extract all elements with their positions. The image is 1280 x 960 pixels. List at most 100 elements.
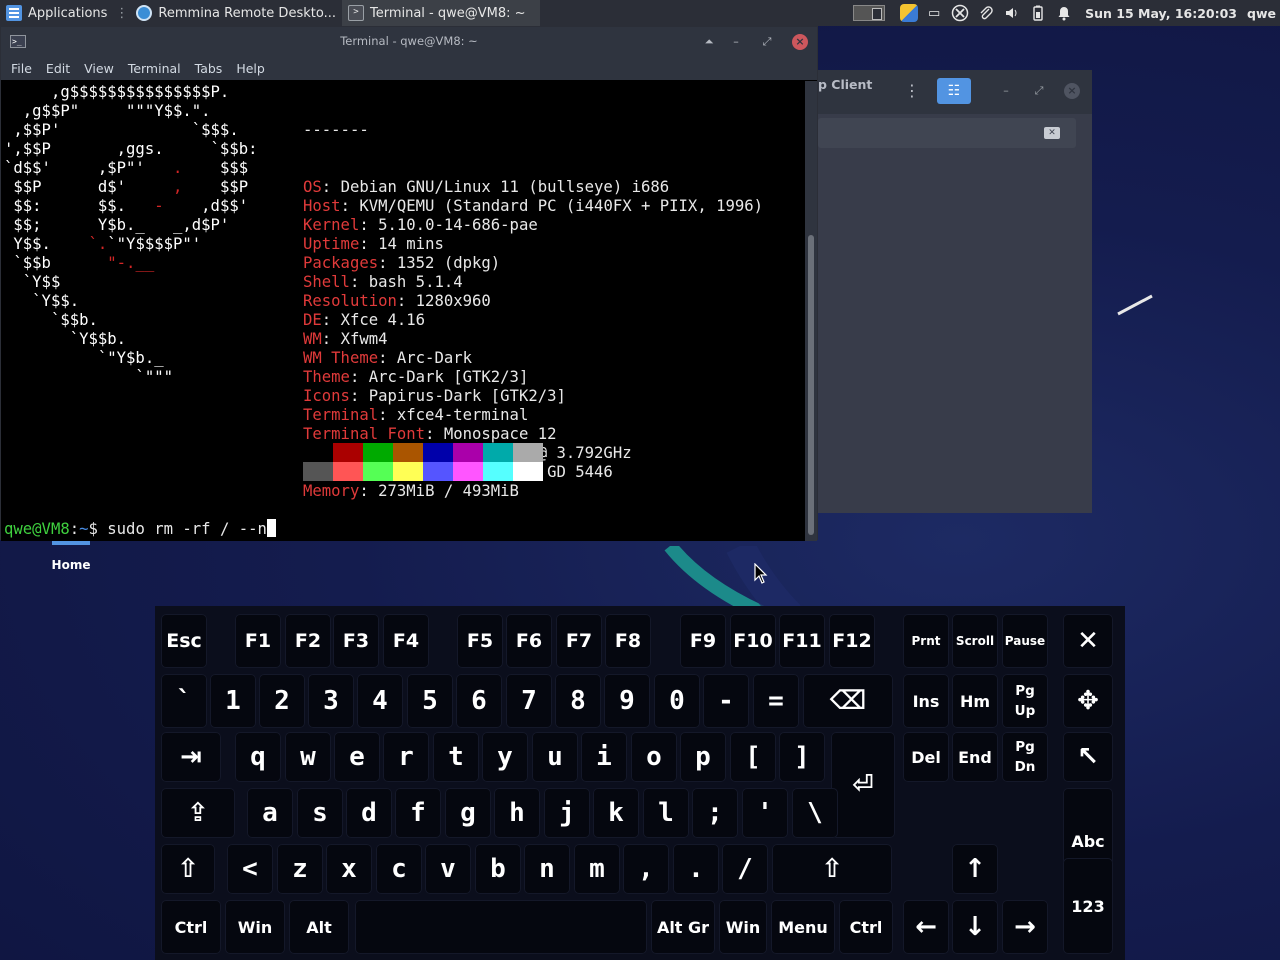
key-caps-lock[interactable]: ⇪ xyxy=(161,788,235,838)
key-p[interactable]: p xyxy=(680,732,726,782)
key-3[interactable]: x xyxy=(326,844,372,894)
key-o[interactable]: o xyxy=(631,732,677,782)
key-8[interactable]: 8 xyxy=(555,674,601,728)
key-menu[interactable]: Menu xyxy=(771,900,835,954)
notifications-bell-icon[interactable] xyxy=(1054,4,1074,22)
key-1[interactable]: < xyxy=(227,844,273,894)
key-[[interactable]: [ xyxy=(730,732,776,782)
key-delete[interactable]: Del xyxy=(903,732,949,782)
key-7[interactable]: n xyxy=(524,844,570,894)
taskbar-remmina-button[interactable]: Remmina Remote Deskto... xyxy=(130,0,342,26)
key-i[interactable]: i xyxy=(581,732,627,782)
volume-icon[interactable] xyxy=(1002,4,1022,22)
key-5[interactable]: 5 xyxy=(407,674,453,728)
key-l[interactable]: l xyxy=(643,788,689,838)
key-w[interactable]: w xyxy=(285,732,331,782)
key-11[interactable]: / xyxy=(722,844,768,894)
key-u[interactable]: u xyxy=(532,732,578,782)
move-keyboard-button[interactable]: ✥ xyxy=(1063,674,1113,728)
key-end[interactable]: End xyxy=(952,732,998,782)
key-space[interactable] xyxy=(355,900,647,954)
key-left[interactable]: ← xyxy=(903,900,949,954)
key-5[interactable]: v xyxy=(425,844,471,894)
key-f7[interactable]: F7 xyxy=(556,614,602,668)
roll-up-button[interactable]: ⏶ xyxy=(701,34,717,50)
menu-terminal[interactable]: Terminal xyxy=(121,61,188,76)
key-f10[interactable]: F10 xyxy=(730,614,776,668)
terminal-output[interactable]: ,g$$$$$$$$$$$$$$$P. ,g$$P" """Y$$.". ,$$… xyxy=(1,81,805,541)
key-right[interactable]: → xyxy=(1002,900,1048,954)
remmina-close-button[interactable]: × xyxy=(1064,83,1080,99)
key-f2[interactable]: F2 xyxy=(285,614,331,668)
key-ctrl-left[interactable]: Ctrl xyxy=(161,900,221,954)
network-disconnected-icon[interactable] xyxy=(950,4,970,22)
menu-help[interactable]: Help xyxy=(229,61,272,76)
key-scroll[interactable]: Scroll xyxy=(952,614,998,668)
terminal-scrollbar[interactable] xyxy=(805,81,817,541)
key-q[interactable]: q xyxy=(235,732,281,782)
key-1[interactable]: 1 xyxy=(210,674,256,728)
remmina-menu-icon[interactable]: ⋮ xyxy=(904,81,920,101)
key-insert[interactable]: Ins xyxy=(903,674,949,728)
remmina-window[interactable]: p Client ⋮ ☷ – ⤢ × ✕ xyxy=(818,70,1092,513)
key-alt-gr[interactable]: Alt Gr xyxy=(651,900,715,954)
home-folder-icon[interactable] xyxy=(52,541,90,545)
key-'[interactable]: ' xyxy=(742,788,788,838)
taskbar-terminal-button[interactable]: > Terminal - qwe@VM8: ~ xyxy=(341,0,540,26)
key-7[interactable]: 7 xyxy=(506,674,552,728)
screen-icon[interactable]: ▭ xyxy=(924,4,944,22)
key-4[interactable]: c xyxy=(376,844,422,894)
pointer-mode-button[interactable]: ↖ xyxy=(1063,732,1113,782)
menu-view[interactable]: View xyxy=(77,61,121,76)
key-6[interactable]: 6 xyxy=(456,674,502,728)
key-f5[interactable]: F5 xyxy=(457,614,503,668)
key-h[interactable]: h xyxy=(494,788,540,838)
key-10[interactable]: . xyxy=(673,844,719,894)
key-8[interactable]: m xyxy=(574,844,620,894)
key-f[interactable]: f xyxy=(395,788,441,838)
key-t[interactable]: t xyxy=(433,732,479,782)
terminal-titlebar[interactable]: >_ Terminal - qwe@VM8: ~ ⏶ – ⤢ × xyxy=(1,27,817,56)
key-f1[interactable]: F1 xyxy=(235,614,281,668)
key-0[interactable]: ` xyxy=(161,674,207,728)
key-\[interactable]: \ xyxy=(792,788,838,838)
updates-icon[interactable] xyxy=(900,4,919,22)
panel-user-label[interactable]: qwe xyxy=(1247,6,1276,21)
key-f8[interactable]: F8 xyxy=(605,614,651,668)
key-10[interactable]: 0 xyxy=(654,674,700,728)
key-win-right[interactable]: Win xyxy=(719,900,767,954)
key-y[interactable]: y xyxy=(482,732,528,782)
key-prnt[interactable]: Prnt xyxy=(903,614,949,668)
maximize-button[interactable]: ⤢ xyxy=(759,34,775,50)
key-home[interactable]: Hm xyxy=(952,674,998,728)
key-9[interactable]: , xyxy=(623,844,669,894)
key-12[interactable]: = xyxy=(753,674,799,728)
numbers-layout-button[interactable]: 123 xyxy=(1063,858,1113,954)
key-backspace[interactable]: ⌫ xyxy=(803,674,893,728)
key-j[interactable]: j xyxy=(544,788,590,838)
key-g[interactable]: g xyxy=(445,788,491,838)
key-e[interactable]: e xyxy=(334,732,380,782)
key-page-down[interactable]: Pg Dn xyxy=(1002,732,1048,782)
battery-icon[interactable] xyxy=(1028,4,1048,22)
key-tab[interactable]: ⇥ xyxy=(161,732,221,782)
key-s[interactable]: s xyxy=(297,788,343,838)
key-esc[interactable]: Esc xyxy=(161,614,207,668)
clear-search-icon[interactable]: ✕ xyxy=(1044,127,1060,139)
key-4[interactable]: 4 xyxy=(357,674,403,728)
menu-tabs[interactable]: Tabs xyxy=(188,61,230,76)
key-11[interactable]: - xyxy=(703,674,749,728)
key-win-left[interactable]: Win xyxy=(225,900,285,954)
remmina-minimize-button[interactable]: – xyxy=(998,83,1014,99)
key-ctrl-right[interactable]: Ctrl xyxy=(839,900,893,954)
key-f4[interactable]: F4 xyxy=(383,614,429,668)
key-r[interactable]: r xyxy=(383,732,429,782)
remmina-search-input[interactable]: ✕ xyxy=(818,118,1076,148)
key-f6[interactable]: F6 xyxy=(506,614,552,668)
key-pause[interactable]: Pause xyxy=(1002,614,1048,668)
key-2[interactable]: z xyxy=(277,844,323,894)
key-2[interactable]: 2 xyxy=(259,674,305,728)
minimize-button[interactable]: – xyxy=(728,34,744,50)
key-shift-left[interactable]: ⇧ xyxy=(161,844,215,894)
key-d[interactable]: d xyxy=(346,788,392,838)
